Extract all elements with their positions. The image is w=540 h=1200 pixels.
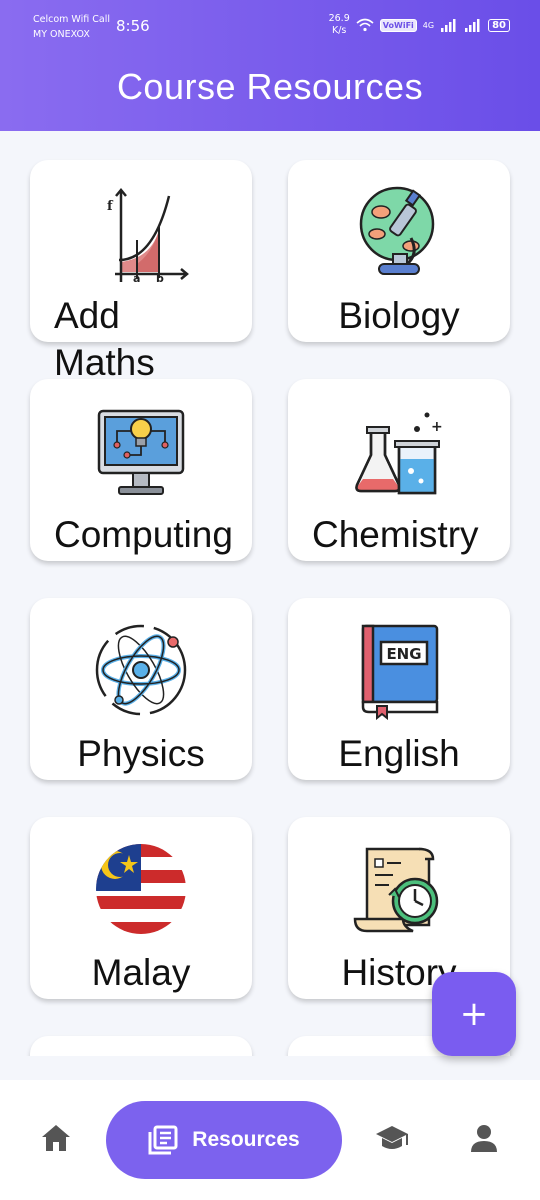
svg-text:f: f bbox=[107, 199, 114, 214]
malaysia-flag-icon bbox=[30, 839, 252, 939]
nav-resources[interactable]: Resources bbox=[106, 1101, 342, 1179]
integral-graph-icon: a b f bbox=[30, 182, 252, 282]
course-card-partial[interactable] bbox=[30, 1036, 252, 1056]
network-speed: 26.9 K/s bbox=[329, 13, 350, 37]
bottom-navigation: Resources bbox=[0, 1080, 540, 1200]
page-title: Course Resources bbox=[116, 66, 424, 107]
home-icon bbox=[42, 1125, 70, 1151]
nav-resources-label: Resources bbox=[192, 1128, 300, 1151]
app-header: Celcom Wifi Call MY ONEXOX 8:56 26.9 K/s… bbox=[0, 0, 540, 131]
carrier-name: Celcom Wifi Call bbox=[33, 14, 110, 25]
graduation-cap-icon bbox=[376, 1126, 408, 1149]
person-icon bbox=[471, 1125, 497, 1152]
course-card-chemistry[interactable]: + Chemistry bbox=[288, 379, 510, 561]
wifi-icon bbox=[356, 18, 374, 32]
nav-profile[interactable] bbox=[464, 1118, 504, 1158]
course-card-biology[interactable]: Biology bbox=[288, 160, 510, 342]
course-label: Add Maths bbox=[54, 295, 155, 383]
course-label: Biology bbox=[338, 295, 460, 336]
flask-beaker-icon: + bbox=[288, 401, 510, 501]
nav-courses[interactable] bbox=[372, 1118, 412, 1158]
status-icons: 26.9 K/s VoWiFi 4G 80 bbox=[329, 13, 510, 37]
course-card-computing[interactable]: Computing bbox=[30, 379, 252, 561]
microscope-icon bbox=[288, 182, 510, 282]
course-label: English bbox=[338, 733, 460, 774]
speed-value: 26.9 bbox=[328, 13, 350, 24]
signal-icon-secondary bbox=[465, 19, 480, 32]
scroll-clock-icon bbox=[288, 839, 510, 939]
signal-icon bbox=[441, 19, 456, 32]
nav-home[interactable] bbox=[36, 1118, 76, 1158]
svg-text:a: a bbox=[133, 272, 140, 282]
add-button[interactable]: + bbox=[432, 972, 516, 1056]
status-carrier: Celcom Wifi Call MY ONEXOX bbox=[33, 12, 110, 42]
course-label: Physics bbox=[77, 733, 205, 774]
status-time: 8:56 bbox=[116, 17, 150, 35]
course-label: Chemistry bbox=[312, 514, 479, 555]
carrier-name-secondary: MY ONEXOX bbox=[33, 29, 90, 40]
course-label: Malay bbox=[91, 952, 191, 993]
vowifi-badge: VoWiFi bbox=[379, 18, 417, 32]
computer-lightbulb-icon bbox=[30, 401, 252, 501]
battery-icon: 80 bbox=[488, 18, 510, 32]
course-card-add-maths[interactable]: a b f Add Maths bbox=[30, 160, 252, 383]
eng-book-icon: ENG bbox=[288, 620, 510, 720]
course-card-english[interactable]: ENG English bbox=[288, 598, 510, 780]
course-card-physics[interactable]: Physics bbox=[30, 598, 252, 780]
speed-unit: K/s bbox=[331, 25, 347, 36]
svg-text:+: + bbox=[431, 419, 443, 435]
svg-text:ENG: ENG bbox=[386, 645, 421, 663]
atom-icon bbox=[30, 620, 252, 720]
svg-text:b: b bbox=[156, 272, 164, 282]
course-card-malay[interactable]: Malay bbox=[30, 817, 252, 999]
resources-icon bbox=[148, 1125, 178, 1155]
course-grid[interactable]: a b f Add Maths Biology Computing + Chem… bbox=[0, 131, 540, 1056]
network-type: 4G bbox=[422, 20, 435, 30]
course-label: Computing bbox=[54, 514, 233, 555]
